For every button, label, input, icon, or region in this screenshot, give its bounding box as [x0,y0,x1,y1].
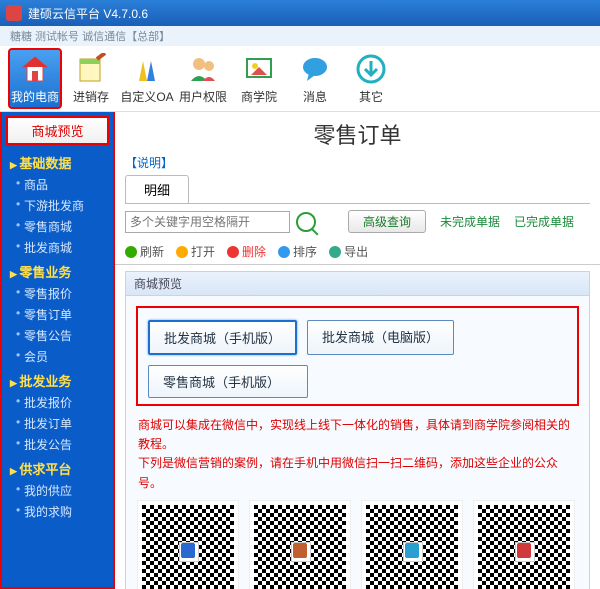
tool-message[interactable]: 消息 [288,48,342,109]
sub-header: 糖糖 测试帐号 诚信通信【总部】 [0,26,600,46]
open-icon [176,246,188,258]
main-toolbar: 我的电商 进销存 自定义OA 用户权限 商学院 消息 其它 [0,46,600,112]
qr-code-1 [138,501,238,589]
menu-item-1-3[interactable]: 会员 [6,346,109,367]
window-title: 建硕云信平台 V4.7.0.6 [28,5,148,22]
qr-code-2 [250,501,350,589]
menu-group-2[interactable]: 批发业务 [6,369,109,392]
action-sort[interactable]: 排序 [278,243,317,260]
action-export[interactable]: 导出 [329,243,368,260]
menu-item-2-2[interactable]: 批发公告 [6,434,109,455]
menu-item-0-2[interactable]: 零售商城 [6,216,109,237]
mall-preview-panel: 商城预览 批发商城（手机版） 批发商城（电脑版） 零售商城（手机版） 商城可以集… [125,271,590,589]
tool-other[interactable]: 其它 [344,48,398,109]
menu-item-1-1[interactable]: 零售订单 [6,304,109,325]
advanced-search-button[interactable]: 高级查询 [348,210,426,233]
panel-head: 商城预览 [126,272,589,296]
menu-item-0-0[interactable]: 商品 [6,174,109,195]
tool-label: 消息 [303,88,327,105]
delete-icon [227,246,239,258]
export-icon [329,246,341,258]
users-icon [186,52,220,86]
tool-label: 用户权限 [179,88,227,105]
link-unfinished[interactable]: 未完成单据 [440,213,500,230]
app-logo-icon [6,5,22,21]
action-open[interactable]: 打开 [176,243,215,260]
tool-academy[interactable]: 商学院 [232,48,286,109]
qr-code-4 [474,501,574,589]
link-finished[interactable]: 已完成单据 [514,213,574,230]
picture-icon [242,52,276,86]
window-titlebar: 建硕云信平台 V4.7.0.6 [0,0,600,26]
menu-group-0[interactable]: 基础数据 [6,151,109,174]
notice-text: 商城可以集成在微信中，实现线上线下一体化的销售，具体请到商学院参阅相关的教程。 … [138,416,577,493]
notepad-icon [74,52,108,86]
search-input[interactable] [125,211,290,233]
sidebar: 商城预览 基础数据商品下游批发商零售商城批发商城零售业务零售报价零售订单零售公告… [0,112,115,589]
mall-btn-retail-mobile[interactable]: 零售商城（手机版） [148,365,308,398]
sort-icon [278,246,290,258]
menu-item-1-2[interactable]: 零售公告 [6,325,109,346]
main-area: 零售订单 【说明】 明细 高级查询 未完成单据 已完成单据 刷新 打开 删除 排… [115,112,600,589]
tool-my-ecommerce[interactable]: 我的电商 [8,48,62,109]
tool-user-permission[interactable]: 用户权限 [176,48,230,109]
action-delete[interactable]: 删除 [227,243,266,260]
page-title: 零售订单 [115,112,600,152]
tab-detail[interactable]: 明细 [125,175,189,203]
mall-btn-wholesale-pc[interactable]: 批发商城（电脑版） [307,320,454,355]
menu-item-3-0[interactable]: 我的供应 [6,480,109,501]
house-icon [18,52,52,86]
menu-item-0-3[interactable]: 批发商城 [6,237,109,258]
menu-item-1-0[interactable]: 零售报价 [6,283,109,304]
mall-buttons-box: 批发商城（手机版） 批发商城（电脑版） 零售商城（手机版） [136,306,579,406]
pencils-icon [130,52,164,86]
action-refresh[interactable]: 刷新 [125,243,164,260]
tool-label: 我的电商 [11,88,59,105]
refresh-icon [125,246,137,258]
tool-label: 商学院 [241,88,277,105]
action-bar: 刷新 打开 删除 排序 导出 [115,239,600,265]
menu-item-0-1[interactable]: 下游批发商 [6,195,109,216]
menu-group-3[interactable]: 供求平台 [6,457,109,480]
qr-code-3 [362,501,462,589]
menu-item-3-1[interactable]: 我的求购 [6,501,109,522]
tool-label: 其它 [359,88,383,105]
tabs: 明细 [125,175,590,204]
tool-label: 进销存 [73,88,109,105]
menu-group-1[interactable]: 零售业务 [6,260,109,283]
search-icon[interactable] [296,212,316,232]
menu-item-2-1[interactable]: 批发订单 [6,413,109,434]
tool-custom-oa[interactable]: 自定义OA [120,48,174,109]
download-icon [354,52,388,86]
explain-link[interactable]: 【说明】 [115,152,600,173]
qr-row [136,501,579,589]
mall-preview-button[interactable]: 商城预览 [6,116,109,145]
tool-label: 自定义OA [120,88,173,105]
search-bar: 高级查询 未完成单据 已完成单据 [115,204,600,239]
mall-btn-wholesale-mobile[interactable]: 批发商城（手机版） [148,320,297,355]
tool-inventory[interactable]: 进销存 [64,48,118,109]
chat-icon [298,52,332,86]
menu-item-2-0[interactable]: 批发报价 [6,392,109,413]
